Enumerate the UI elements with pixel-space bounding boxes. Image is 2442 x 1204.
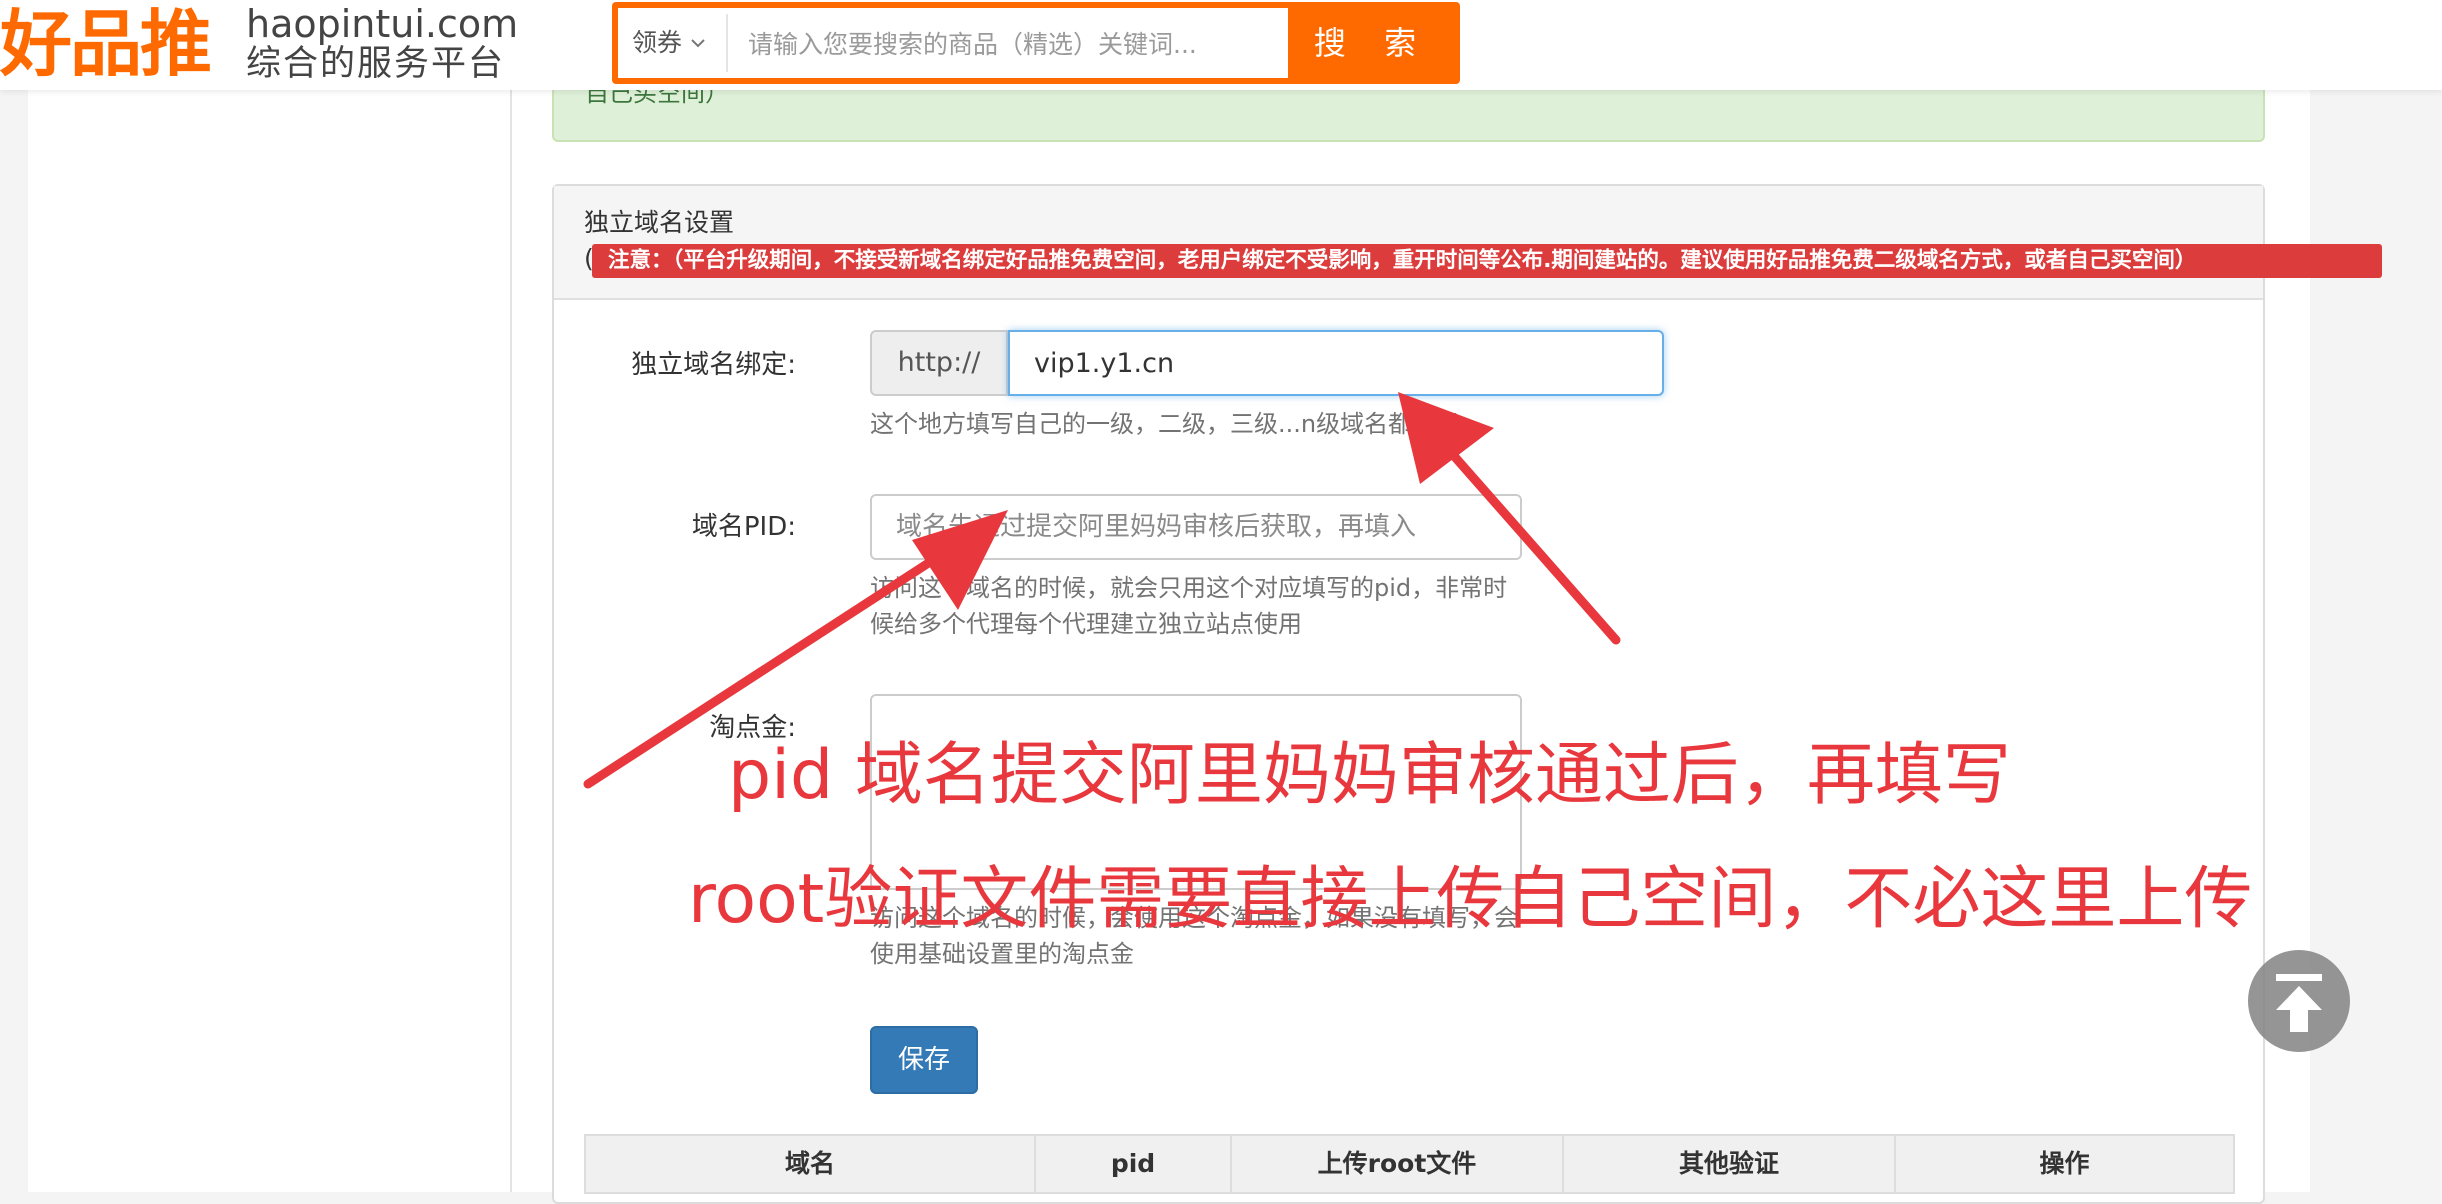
search-input[interactable] <box>730 12 1300 76</box>
column-header-pid: pid <box>1036 1136 1232 1192</box>
column-header-root-file: 上传root文件 <box>1232 1136 1564 1192</box>
panel-heading <box>554 186 2263 300</box>
column-header-other-verify: 其他验证 <box>1564 1136 1896 1192</box>
domain-input[interactable] <box>1008 330 1664 396</box>
column-header-domain: 域名 <box>586 1136 1036 1192</box>
logo-tagline: 综合的服务平台 <box>246 44 506 84</box>
pid-help-text: 访问这个域名的时候，就会只用这个对应填写的pid，非常时候给多个代理每个代理建立… <box>870 574 1508 638</box>
http-prefix-addon: http:// <box>870 330 1008 396</box>
search-button[interactable]: 搜 索 <box>1290 8 1454 78</box>
chevron-down-icon <box>691 39 705 48</box>
save-button[interactable]: 保存 <box>870 1026 978 1094</box>
arrow-up-icon <box>2276 974 2322 1032</box>
pid-input[interactable] <box>870 494 1522 560</box>
annotation-text-pid: pid 域名提交阿里妈妈审核通过后，再填写 <box>728 736 2011 815</box>
search-divider <box>726 14 728 72</box>
logo[interactable]: 好品推 <box>0 4 212 84</box>
search-filter-dropdown[interactable]: 领券 <box>632 20 706 66</box>
domain-label: 独立域名绑定: <box>631 350 796 380</box>
annotation-text-root: root验证文件需要直接上传自己空间，不必这里上传 <box>688 860 2253 939</box>
search-filter-label: 领券 <box>632 28 683 57</box>
domain-help-text: 这个地方填写自己的一级，二级，三级...n级域名都可以 <box>870 410 1461 438</box>
panel-title: 独立域名设置 <box>584 208 735 237</box>
column-header-actions: 操作 <box>2039 1149 2090 1178</box>
pid-label: 域名PID: <box>691 512 796 542</box>
back-to-top-button[interactable] <box>2248 950 2350 1052</box>
left-sidebar <box>28 0 512 1192</box>
warning-banner: 注意：（平台升级期间，不接受新域名绑定好品推免费空间，老用户绑定不受影响，重开时… <box>592 244 2382 278</box>
logo-domain: haopintui.com <box>246 2 519 46</box>
domain-table-header: 域名 pid 上传root文件 其他验证 操作 <box>584 1134 2235 1194</box>
